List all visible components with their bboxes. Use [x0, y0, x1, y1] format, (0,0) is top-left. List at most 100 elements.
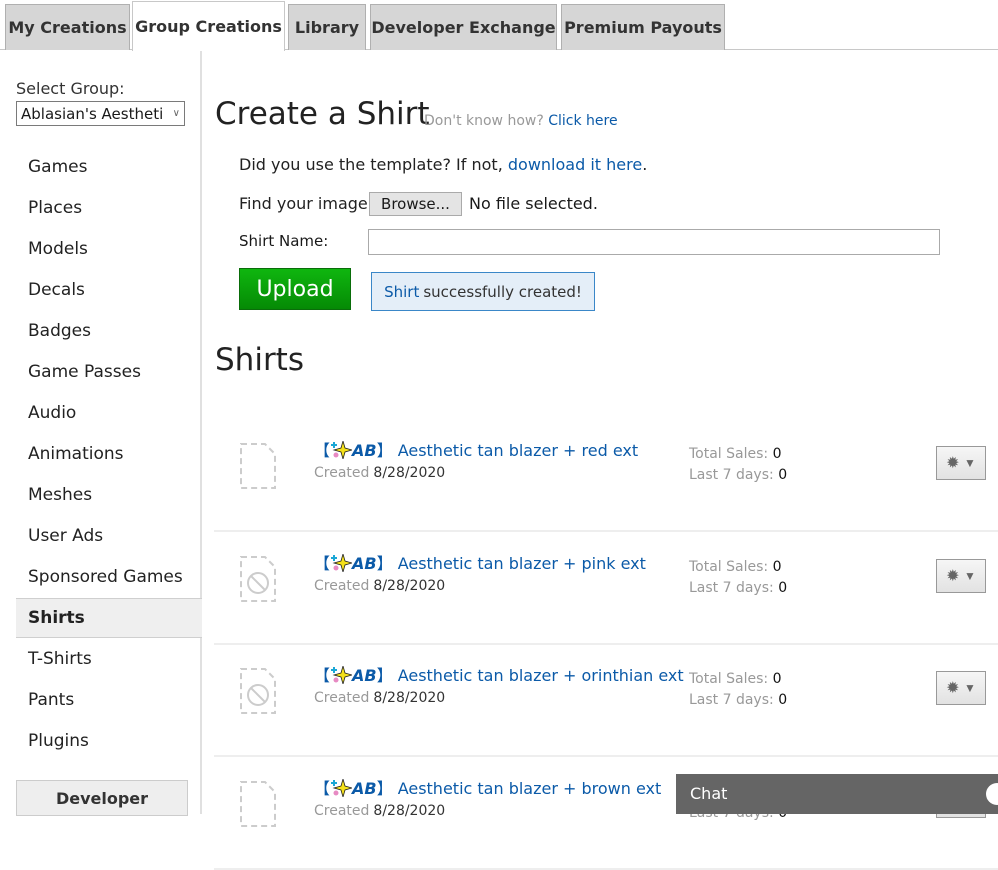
settings-dropdown-button[interactable]: ✹ ▼ — [936, 446, 986, 480]
chat-toggle-icon[interactable] — [986, 783, 998, 805]
chat-bar[interactable]: Chat — [676, 774, 998, 814]
created-date: 8/28/2020 — [373, 465, 445, 481]
shirt-name-link[interactable]: 【AB】 Aesthetic tan blazer + brown ext — [314, 775, 661, 799]
blank-file-icon[interactable] — [239, 780, 277, 828]
sidebar-item-animations[interactable]: Animations — [16, 434, 202, 474]
created-label: Created — [314, 578, 369, 594]
sidebar-item-shirts[interactable]: Shirts — [16, 598, 202, 638]
find-image-label: Find your image: — [239, 194, 373, 213]
group-select[interactable]: Ablasian's Aestheti ∨ — [16, 101, 185, 126]
total-sales: Total Sales: 0 — [689, 669, 787, 690]
shirts-heading: Shirts — [215, 342, 304, 378]
last-7-days-value: 0 — [778, 580, 787, 596]
upload-button[interactable]: Upload — [239, 268, 351, 310]
sales-stats: Total Sales: 0Last 7 days: 0 — [689, 669, 787, 711]
gear-icon: ✹ — [946, 453, 959, 473]
last-7-days-value: 0 — [778, 467, 787, 483]
caret-down-icon: ▼ — [964, 456, 976, 470]
tab-group-creations[interactable]: Group Creations — [132, 1, 285, 51]
success-text: successfully created! — [423, 283, 582, 301]
shirt-name-link[interactable]: 【AB】 Aesthetic tan blazer + red ext — [314, 437, 638, 461]
last-7-days-label: Last 7 days: — [689, 692, 774, 708]
last-7-days: Last 7 days: 0 — [689, 465, 787, 486]
sidebar-item-user-ads[interactable]: User Ads — [16, 516, 202, 556]
template-prefix: Did you use the template? If not, — [239, 155, 503, 174]
last-7-days-label: Last 7 days: — [689, 467, 774, 483]
click-here-link[interactable]: Click here — [548, 113, 617, 129]
moderated-file-icon[interactable] — [239, 667, 277, 715]
shirt-name: Aesthetic tan blazer + brown ext — [398, 779, 662, 798]
sidebar-item-t-shirts[interactable]: T-Shirts — [16, 639, 202, 679]
sales-stats: Total Sales: 0Last 7 days: 0 — [689, 444, 787, 486]
last-7-days: Last 7 days: 0 — [689, 578, 787, 599]
tab-premium-payouts[interactable]: Premium Payouts — [561, 4, 725, 50]
created-info: Created8/28/2020 — [314, 465, 445, 481]
success-message: Shirt successfully created! — [371, 272, 595, 311]
shirt-link[interactable]: Shirt — [384, 283, 419, 301]
sidebar-item-meshes[interactable]: Meshes — [16, 475, 202, 515]
sidebar-item-games[interactable]: Games — [16, 147, 202, 187]
file-status: No file selected. — [469, 194, 598, 213]
sparkle-icon — [330, 666, 352, 685]
tab-library[interactable]: Library — [288, 4, 366, 50]
total-sales-value: 0 — [773, 671, 782, 687]
created-label: Created — [314, 465, 369, 481]
shirt-list-item: 【AB】 Aesthetic tan blazer + pink ext Crea… — [214, 533, 998, 645]
sales-stats: Total Sales: 0Last 7 days: 0 — [689, 557, 787, 599]
sparkle-icon — [330, 554, 352, 573]
total-sales-value: 0 — [773, 559, 782, 575]
chevron-down-icon: ∨ — [173, 108, 180, 119]
download-template-link[interactable]: download it here — [508, 155, 642, 174]
group-tag: AB — [352, 779, 377, 798]
browse-button[interactable]: Browse... — [369, 192, 462, 216]
sidebar-item-audio[interactable]: Audio — [16, 393, 202, 433]
sidebar-item-sponsored-games[interactable]: Sponsored Games — [16, 557, 202, 597]
template-suffix: . — [642, 155, 647, 174]
total-sales-label: Total Sales: — [689, 559, 768, 575]
last-7-days: Last 7 days: 0 — [689, 690, 787, 711]
shirt-name: Aesthetic tan blazer + orinthian ext — [398, 666, 684, 685]
template-text: Did you use the template? If not, downlo… — [239, 155, 647, 174]
caret-down-icon: ▼ — [964, 681, 976, 695]
sidebar-item-decals[interactable]: Decals — [16, 270, 202, 310]
total-sales-label: Total Sales: — [689, 446, 768, 462]
shirt-name-link[interactable]: 【AB】 Aesthetic tan blazer + pink ext — [314, 550, 646, 574]
sidebar-item-pants[interactable]: Pants — [16, 680, 202, 720]
page-title: Create a Shirt — [215, 96, 430, 132]
gear-icon: ✹ — [946, 678, 959, 698]
total-sales-label: Total Sales: — [689, 671, 768, 687]
total-sales: Total Sales: 0 — [689, 557, 787, 578]
developer-button[interactable]: Developer — [16, 780, 188, 816]
tab-bar: My Creations Group Creations Library Dev… — [0, 0, 998, 50]
moderated-file-icon[interactable] — [239, 555, 277, 603]
shirt-name: Aesthetic tan blazer + red ext — [398, 441, 638, 460]
sidebar-item-game-passes[interactable]: Game Passes — [16, 352, 202, 392]
tab-developer-exchange[interactable]: Developer Exchange — [370, 4, 557, 50]
group-tag: AB — [352, 666, 377, 685]
group-tag: AB — [352, 441, 377, 460]
sidebar-item-models[interactable]: Models — [16, 229, 202, 269]
help-text: Don't know how? Click here — [424, 113, 618, 129]
settings-dropdown-button[interactable]: ✹ ▼ — [936, 671, 986, 705]
settings-dropdown-button[interactable]: ✹ ▼ — [936, 559, 986, 593]
help-prefix: Don't know how? — [424, 113, 544, 129]
created-label: Created — [314, 690, 369, 706]
blank-file-icon[interactable] — [239, 442, 277, 490]
gear-icon: ✹ — [946, 566, 959, 586]
created-date: 8/28/2020 — [373, 690, 445, 706]
total-sales-value: 0 — [773, 446, 782, 462]
created-info: Created8/28/2020 — [314, 578, 445, 594]
caret-down-icon: ▼ — [964, 569, 976, 583]
last-7-days-value: 0 — [778, 692, 787, 708]
shirt-name-input[interactable] — [368, 229, 940, 255]
created-info: Created8/28/2020 — [314, 803, 445, 819]
tab-my-creations[interactable]: My Creations — [5, 4, 130, 50]
shirt-name: Aesthetic tan blazer + pink ext — [398, 554, 646, 573]
shirt-name-link[interactable]: 【AB】 Aesthetic tan blazer + orinthian ex… — [314, 662, 684, 686]
main-content: Create a Shirt Don't know how? Click her… — [204, 50, 998, 814]
created-info: Created8/28/2020 — [314, 690, 445, 706]
sidebar-item-badges[interactable]: Badges — [16, 311, 202, 351]
sidebar-item-places[interactable]: Places — [16, 188, 202, 228]
total-sales: Total Sales: 0 — [689, 444, 787, 465]
sidebar-item-plugins[interactable]: Plugins — [16, 721, 202, 761]
